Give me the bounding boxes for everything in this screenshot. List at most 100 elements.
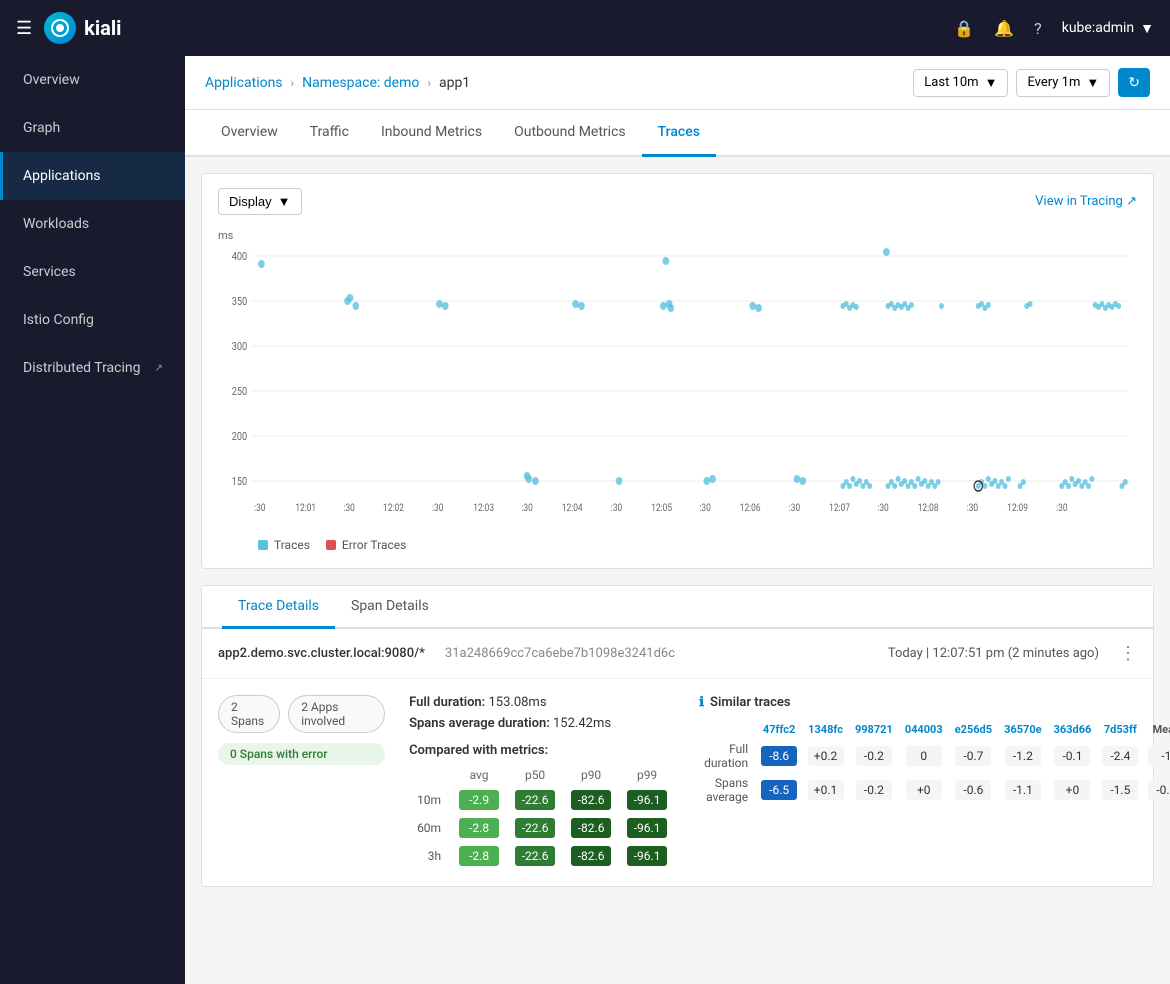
svg-text:300: 300 — [232, 341, 248, 353]
bell-icon[interactable]: 🔔 — [994, 19, 1014, 38]
trace-card-header: app2.demo.svc.cluster.local:9080/* 31a24… — [202, 629, 1153, 679]
hamburger-icon[interactable]: ☰ — [16, 18, 32, 39]
sidebar-item-istio-config[interactable]: Istio Config — [0, 296, 185, 344]
sidebar-item-workloads[interactable]: Workloads — [0, 200, 185, 248]
sidebar: Overview Graph Applications Workloads Se… — [0, 56, 185, 984]
sidebar-label-graph: Graph — [23, 120, 60, 136]
legend-traces-label: Traces — [274, 538, 310, 552]
svg-text:350: 350 — [232, 296, 248, 308]
trace-more-options[interactable]: ⋮ — [1119, 643, 1137, 664]
breadcrumb-sep-1: › — [291, 76, 295, 90]
cell-60m-p90: -82.6 — [563, 814, 619, 842]
cell-36570e-sa: -1.1 — [998, 773, 1048, 807]
svg-text::30: :30 — [254, 502, 265, 514]
chart-svg[interactable]: 400 350 300 250 200 150 :30 12:01 :30 12… — [218, 246, 1137, 530]
col-1348fc[interactable]: 1348fc — [802, 720, 849, 739]
metrics-row-10m: 10m -2.9 -22.6 -82.6 -96.1 — [409, 786, 675, 814]
svg-text::30: :30 — [877, 502, 888, 514]
sidebar-item-graph[interactable]: Graph — [0, 104, 185, 152]
cell-7d53ff-sa: -1.5 — [1097, 773, 1143, 807]
tab-traces[interactable]: Traces — [642, 110, 716, 157]
refresh-interval-select[interactable]: Every 1m ▼ — [1016, 69, 1110, 97]
col-044003[interactable]: 044003 — [899, 720, 949, 739]
logo-text: kiali — [84, 16, 121, 40]
svg-text:12:04: 12:04 — [562, 502, 583, 514]
tab-overview[interactable]: Overview — [205, 110, 294, 157]
tab-outbound-metrics[interactable]: Outbound Metrics — [498, 110, 642, 157]
col-363d66[interactable]: 363d66 — [1048, 720, 1098, 739]
app-body: Overview Graph Applications Workloads Se… — [0, 56, 1170, 984]
view-in-tracing-link[interactable]: View in Tracing ↗ — [1035, 194, 1137, 209]
refresh-interval-value: Every 1m — [1027, 75, 1080, 90]
external-link-icon: ↗ — [154, 363, 162, 374]
svg-text:12:05: 12:05 — [651, 502, 672, 514]
cell-3h-p99: -96.1 — [619, 842, 675, 870]
col-47ffc2[interactable]: 47ffc2 — [756, 720, 802, 739]
cell-3h-p90: -82.6 — [563, 842, 619, 870]
sidebar-label-overview: Overview — [23, 72, 80, 88]
cell-36570e-fd: -1.2 — [998, 739, 1048, 773]
error-spans-badge: 0 Spans with error — [218, 743, 385, 765]
tab-trace-details[interactable]: Trace Details — [222, 586, 335, 629]
cell-363d66-sa: +0 — [1048, 773, 1098, 807]
cell-10m-p50: -22.6 — [507, 786, 563, 814]
col-p99: p99 — [619, 764, 675, 786]
kiali-logo: kiali — [44, 12, 121, 44]
col-998721[interactable]: 998721 — [849, 720, 899, 739]
svg-text::30: :30 — [967, 502, 978, 514]
refresh-button[interactable]: ↻ — [1118, 68, 1150, 97]
help-icon[interactable]: ? — [1034, 19, 1042, 38]
traces-chart-card: Display ▼ View in Tracing ↗ ms — [201, 173, 1154, 569]
cell-044003-fd: 0 — [899, 739, 949, 773]
col-p50: p50 — [507, 764, 563, 786]
refresh-interval-chevron: ▼ — [1086, 75, 1099, 91]
similar-traces-header: ℹ Similar traces — [699, 695, 1137, 710]
lock-icon[interactable]: 🔒 — [954, 19, 974, 38]
tab-traffic[interactable]: Traffic — [294, 110, 365, 157]
cell-10m-p90: -82.6 — [563, 786, 619, 814]
svg-text::30: :30 — [699, 502, 710, 514]
breadcrumb-namespace[interactable]: Namespace: demo — [302, 75, 419, 91]
col-avg: avg — [451, 764, 507, 786]
svg-text:12:06: 12:06 — [740, 502, 761, 514]
similar-row-full-duration: Fullduration -8.6 +0.2 -0.2 0 -0.7 -1.2 … — [699, 739, 1170, 773]
cell-mean-sa: -0.8 — [1143, 773, 1170, 807]
similar-traces: ℹ Similar traces 47ffc2 1348fc 998721 — [699, 695, 1137, 870]
sidebar-item-applications[interactable]: Applications — [0, 152, 185, 200]
display-button[interactable]: Display ▼ — [218, 188, 302, 215]
full-duration-row: Full duration: 153.08ms — [409, 695, 675, 710]
trace-details-card: Trace Details Span Details app2.demo.svc… — [201, 585, 1154, 887]
chart-area: ms 400 350 300 — [202, 229, 1153, 568]
sidebar-label-distributed-tracing: Distributed Tracing — [23, 360, 140, 376]
cell-998721-sa: -0.2 — [849, 773, 899, 807]
col-36570e[interactable]: 36570e — [998, 720, 1048, 739]
cell-363d66-fd: -0.1 — [1048, 739, 1098, 773]
cell-10m-p99: -96.1 — [619, 786, 675, 814]
main-content: Applications › Namespace: demo › app1 La… — [185, 56, 1170, 984]
cell-e256d5-fd: -0.7 — [949, 739, 998, 773]
tab-inbound-metrics[interactable]: Inbound Metrics — [365, 110, 498, 157]
time-range-select[interactable]: Last 10m ▼ — [913, 69, 1008, 97]
tab-span-details[interactable]: Span Details — [335, 586, 445, 629]
user-menu[interactable]: kube:admin ▼ — [1062, 20, 1154, 37]
legend-error-traces-label: Error Traces — [342, 538, 406, 552]
full-duration-value: 153.08ms — [488, 695, 546, 710]
chart-legend: Traces Error Traces — [218, 538, 1137, 552]
breadcrumb-bar: Applications › Namespace: demo › app1 La… — [185, 56, 1170, 110]
col-e256d5[interactable]: e256d5 — [949, 720, 998, 739]
breadcrumb-applications[interactable]: Applications — [205, 75, 283, 91]
col-7d53ff[interactable]: 7d53ff — [1097, 720, 1143, 739]
metrics-row-3h: 3h -2.8 -22.6 -82.6 -96.1 — [409, 842, 675, 870]
cell-044003-sa: +0 — [899, 773, 949, 807]
breadcrumb-current: app1 — [439, 75, 470, 91]
sidebar-item-services[interactable]: Services — [0, 248, 185, 296]
trace-badges: 2 Spans 2 Apps involved 0 Spans with err… — [218, 695, 385, 870]
svg-text:250: 250 — [232, 386, 248, 398]
similar-row-spans-avg: Spansaverage -6.5 +0.1 -0.2 +0 -0.6 -1.1… — [699, 773, 1170, 807]
time-range-chevron: ▼ — [985, 75, 998, 91]
sidebar-item-distributed-tracing[interactable]: Distributed Tracing ↗ — [0, 344, 185, 392]
label-full-duration: Fullduration — [699, 739, 756, 773]
sidebar-item-overview[interactable]: Overview — [0, 56, 185, 104]
logo-icon — [44, 12, 76, 44]
cell-1348fc-sa: +0.1 — [802, 773, 849, 807]
